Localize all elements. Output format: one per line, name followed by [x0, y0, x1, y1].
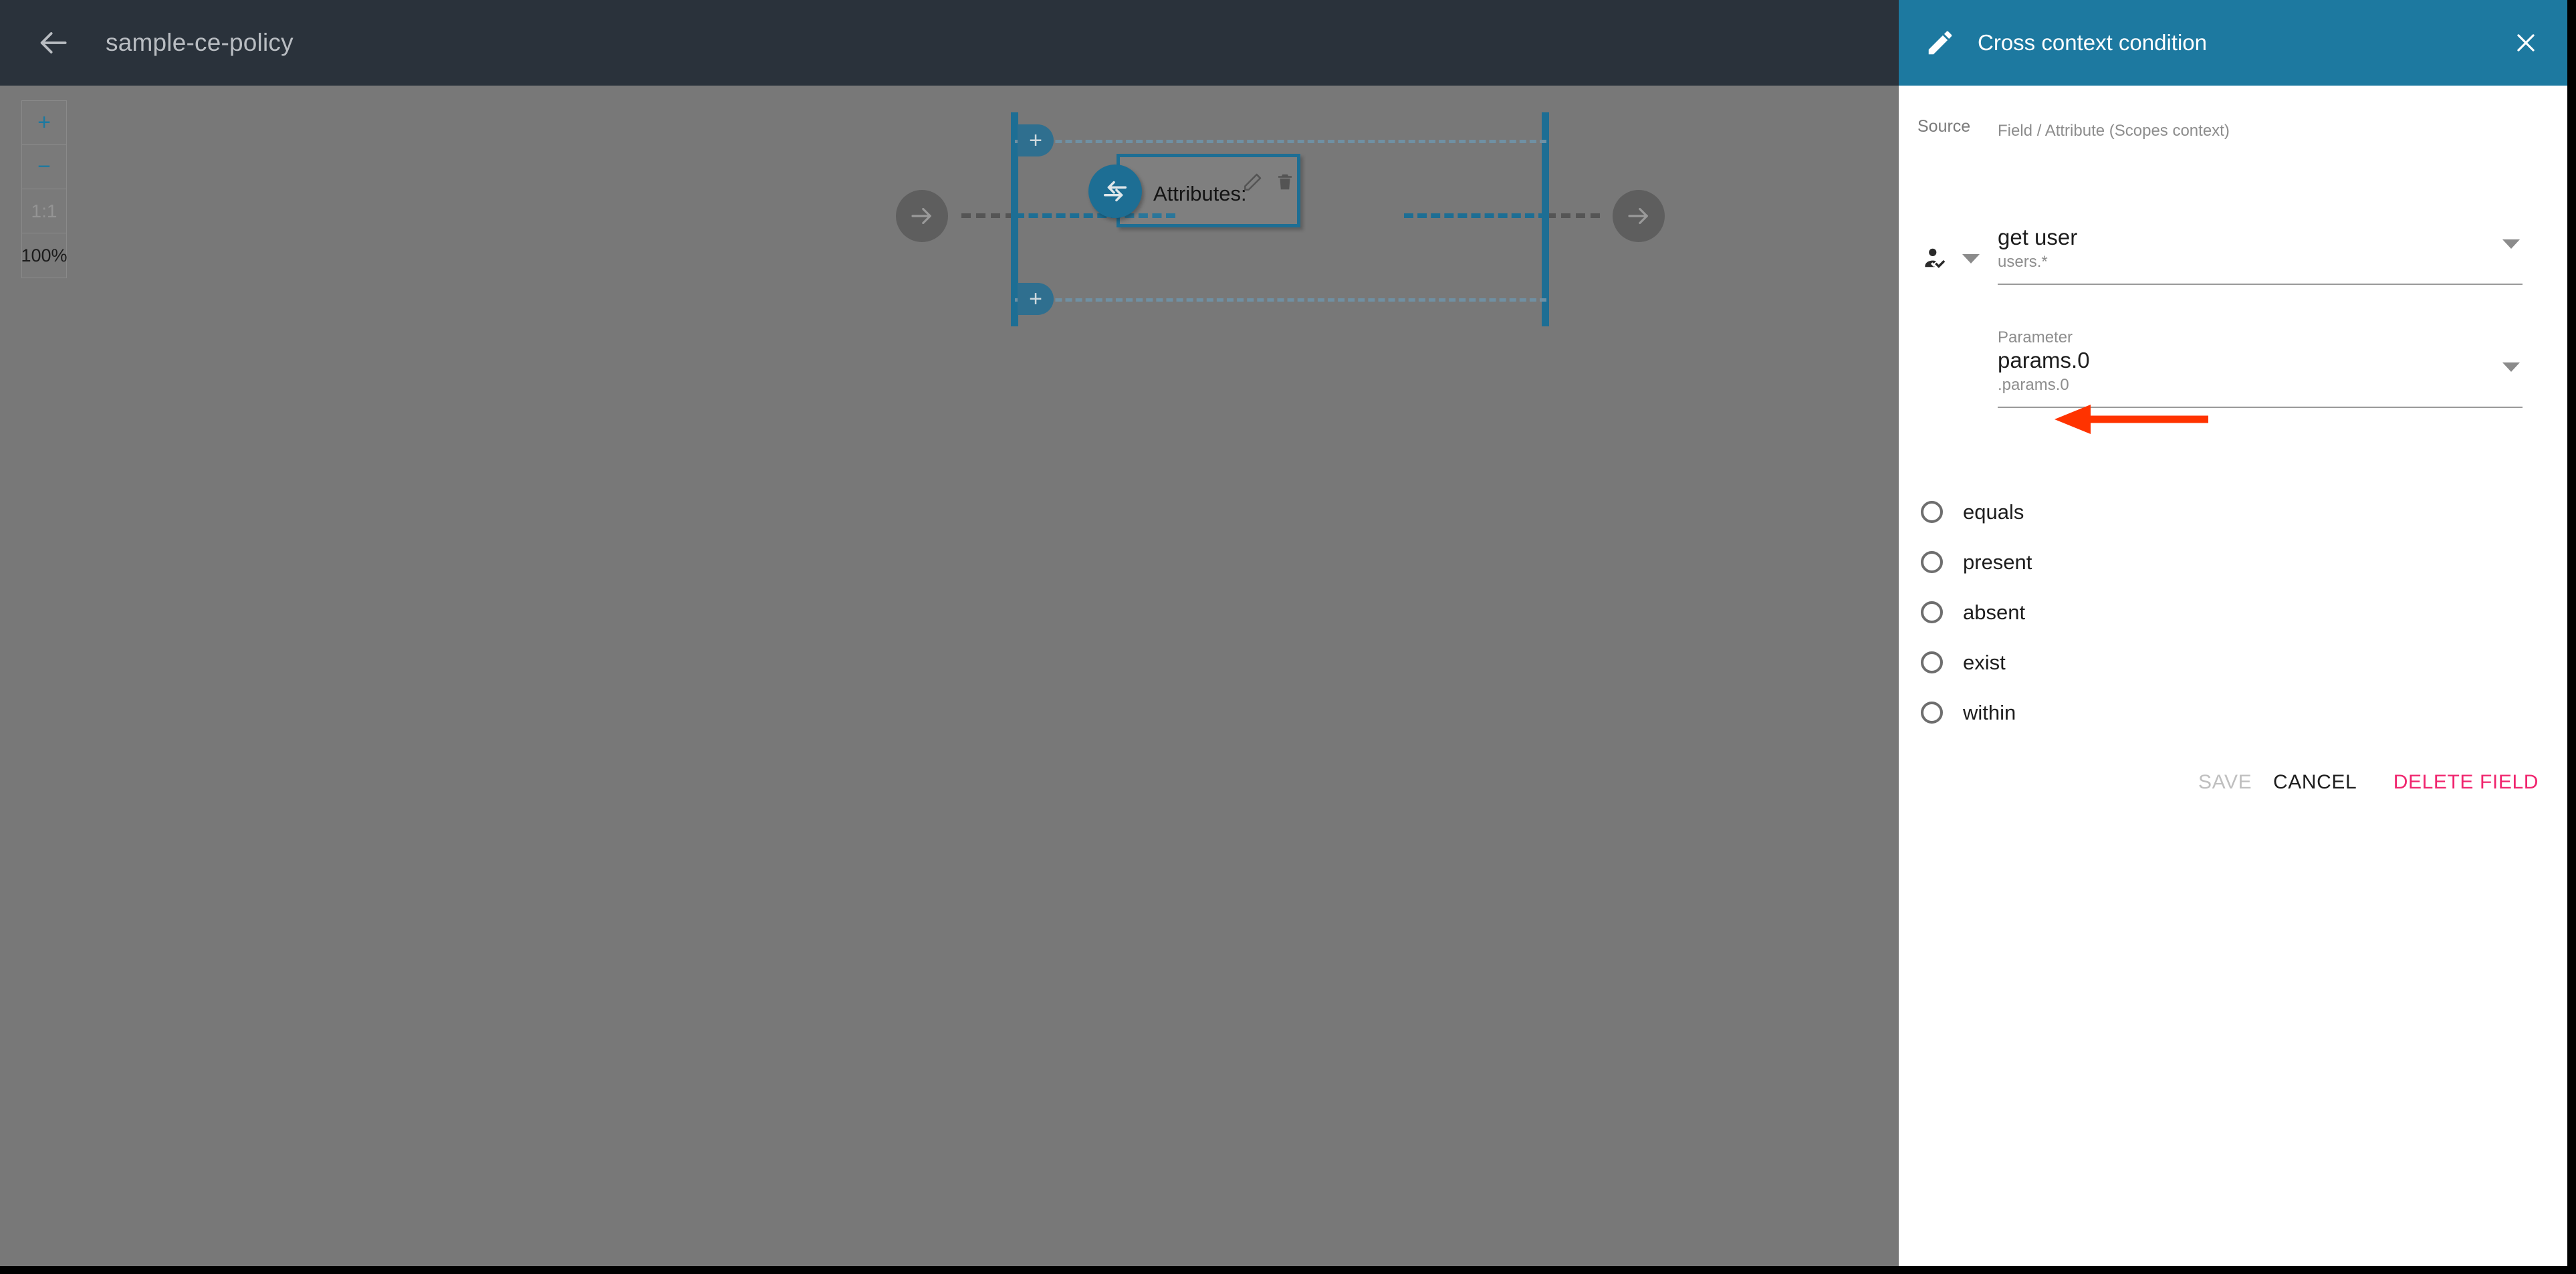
- field-attribute-caption: Field / Attribute (Scopes context): [1998, 122, 2230, 140]
- radio-label: within: [1963, 700, 2016, 724]
- operator-radio-group: equals present absent exist within: [1899, 487, 2567, 738]
- panel-header: Cross context condition: [1899, 0, 2567, 86]
- field-attribute-subvalue: users.*: [1998, 253, 2048, 271]
- panel-title: Cross context condition: [1978, 30, 2208, 55]
- radio-option-within[interactable]: within: [1899, 687, 2567, 738]
- radio-circle-icon[interactable]: [1921, 501, 1943, 523]
- trash-icon[interactable]: [1275, 172, 1296, 193]
- zoom-level-label[interactable]: 100%: [21, 233, 67, 278]
- field-attribute-value: get user: [1998, 225, 2078, 249]
- swap-horizontal-node[interactable]: [1088, 165, 1142, 218]
- zoom-controls: + − 1:1 100%: [21, 100, 68, 278]
- source-type-selector[interactable]: [1922, 245, 1980, 273]
- radio-label: present: [1963, 550, 2032, 574]
- save-button[interactable]: SAVE: [2198, 771, 2252, 794]
- radio-circle-icon[interactable]: [1921, 702, 1943, 724]
- radio-label: equals: [1963, 500, 2024, 524]
- policy-canvas[interactable]: + − 1:1 100% + + Attributes:: [0, 86, 1899, 1266]
- delete-field-button[interactable]: DELETE FIELD: [2393, 771, 2539, 794]
- chevron-down-icon[interactable]: [2502, 239, 2520, 249]
- back-arrow-icon[interactable]: [33, 23, 72, 62]
- radio-option-present[interactable]: present: [1899, 537, 2567, 587]
- page-title: sample-ce-policy: [106, 29, 294, 56]
- zoom-fit-button[interactable]: 1:1: [22, 189, 66, 233]
- radio-circle-icon[interactable]: [1921, 601, 1943, 623]
- zoom-out-button[interactable]: −: [22, 145, 66, 189]
- row-dash-middle-right: [1404, 213, 1548, 218]
- row-dash-top: [1015, 140, 1546, 143]
- cancel-button[interactable]: CANCEL: [2273, 771, 2357, 794]
- person-check-icon: [1925, 248, 1946, 268]
- radio-label: exist: [1963, 650, 2006, 674]
- parameter-caption: Parameter: [1998, 328, 2073, 346]
- radio-option-absent[interactable]: absent: [1899, 587, 2567, 637]
- chevron-down-icon[interactable]: [1962, 254, 1980, 263]
- top-app-bar: sample-ce-policy: [0, 0, 1899, 86]
- radio-label: absent: [1963, 600, 2026, 624]
- flow-end-node[interactable]: [1613, 190, 1665, 242]
- attributes-node-label: Attributes:: [1153, 182, 1247, 205]
- pencil-icon: [1924, 27, 1956, 59]
- radio-circle-icon[interactable]: [1921, 551, 1943, 573]
- pencil-icon[interactable]: [1242, 172, 1263, 193]
- panel-actions: SAVE CANCEL DELETE FIELD: [1899, 771, 2567, 811]
- cross-context-condition-panel: Cross context condition Source Field / A…: [1899, 0, 2567, 1266]
- field-attribute-select[interactable]: get user users.*: [1998, 225, 2523, 285]
- parameter-subvalue: .params.0: [1998, 376, 2069, 394]
- close-icon[interactable]: [2511, 28, 2541, 58]
- row-dash-bottom: [1015, 298, 1546, 302]
- policy-diagram: + + Attributes:: [896, 112, 1665, 326]
- attributes-node[interactable]: Attributes:: [1117, 154, 1300, 227]
- lane-bar-right: [1542, 112, 1549, 326]
- parameter-value: params.0: [1998, 348, 2090, 373]
- chevron-down-icon[interactable]: [2502, 362, 2520, 372]
- app-root: sample-ce-policy + − 1:1 100% + + Attrib…: [0, 0, 2567, 1266]
- connector-dash-right: [1546, 213, 1600, 218]
- source-label: Source: [1917, 117, 1971, 136]
- add-row-bottom-button[interactable]: +: [1018, 283, 1054, 315]
- add-row-top-button[interactable]: +: [1018, 124, 1054, 156]
- radio-option-exist[interactable]: exist: [1899, 637, 2567, 687]
- arrow-right-icon: [1628, 207, 1648, 225]
- parameter-select[interactable]: params.0 .params.0: [1998, 348, 2523, 408]
- flow-start-node[interactable]: [896, 190, 948, 242]
- radio-option-equals[interactable]: equals: [1899, 487, 2567, 537]
- swap-horizontal-icon: [1103, 181, 1127, 202]
- zoom-in-button[interactable]: +: [22, 101, 66, 145]
- arrow-right-icon: [911, 207, 931, 225]
- connector-dash-left: [961, 213, 1015, 218]
- radio-circle-icon[interactable]: [1921, 651, 1943, 673]
